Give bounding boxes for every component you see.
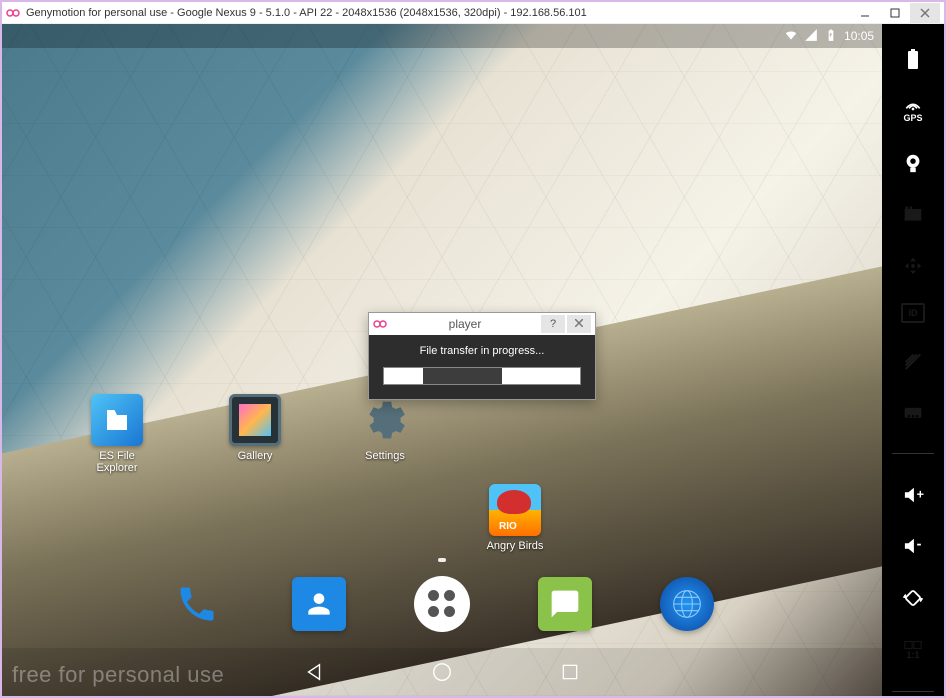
page-indicator bbox=[438, 558, 446, 562]
maximize-button[interactable] bbox=[880, 3, 910, 23]
dock-browser[interactable] bbox=[660, 577, 714, 631]
panel-separator bbox=[892, 691, 934, 692]
app-label: Angry Birds bbox=[476, 540, 554, 552]
dock-contacts[interactable] bbox=[292, 577, 346, 631]
app-label: Settings bbox=[346, 450, 424, 462]
volume-down-button[interactable]: - bbox=[898, 532, 928, 562]
app-label: ES File Explorer bbox=[78, 450, 156, 474]
app-gallery[interactable]: Gallery bbox=[216, 394, 294, 462]
watermark-text: free for personal use bbox=[12, 662, 224, 688]
app-settings[interactable]: Settings bbox=[346, 394, 424, 462]
main-window: Genymotion for personal use - Google Nex… bbox=[0, 0, 946, 698]
nav-home-button[interactable] bbox=[428, 658, 456, 686]
network-widget-button[interactable] bbox=[898, 345, 928, 375]
dock-phone[interactable] bbox=[170, 577, 224, 631]
identifier-widget-button[interactable]: ID bbox=[901, 303, 925, 323]
id-label: ID bbox=[909, 308, 918, 318]
dock-messages[interactable] bbox=[538, 577, 592, 631]
clock-text: 10:05 bbox=[844, 29, 874, 43]
dock bbox=[2, 564, 882, 644]
battery-icon bbox=[824, 28, 838, 45]
window-title: Genymotion for personal use - Google Nex… bbox=[26, 7, 850, 19]
dialog-help-button[interactable]: ? bbox=[541, 315, 565, 333]
close-button[interactable] bbox=[910, 3, 940, 23]
capture-widget-button[interactable] bbox=[898, 199, 928, 229]
remote-widget-button[interactable] bbox=[898, 251, 928, 281]
pixel-perfect-button[interactable]: 1:1 bbox=[898, 635, 928, 665]
signal-icon bbox=[804, 28, 818, 45]
camera-widget-button[interactable] bbox=[898, 148, 928, 178]
panel-separator bbox=[892, 453, 934, 454]
svg-text:+: + bbox=[917, 487, 924, 501]
genymotion-sidebar: GPS ID + - bbox=[882, 24, 944, 696]
nav-recent-button[interactable] bbox=[556, 658, 584, 686]
app-angry-birds[interactable]: RIO Angry Birds bbox=[476, 484, 554, 552]
minimize-button[interactable] bbox=[850, 3, 880, 23]
android-statusbar[interactable]: 10:05 bbox=[2, 24, 882, 48]
transfer-dialog: player ? File transfer in progress... bbox=[368, 312, 596, 400]
svg-text:-: - bbox=[917, 537, 922, 553]
progress-bar bbox=[383, 367, 581, 385]
app-es-file-explorer[interactable]: ES File Explorer bbox=[78, 394, 156, 474]
wifi-icon bbox=[784, 28, 798, 45]
rotate-button[interactable] bbox=[898, 583, 928, 613]
battery-widget-button[interactable] bbox=[898, 44, 928, 74]
apps-drawer-button[interactable] bbox=[414, 576, 470, 632]
dialog-close-button[interactable] bbox=[567, 315, 591, 333]
nav-back-button[interactable] bbox=[300, 658, 328, 686]
gps-widget-button[interactable]: GPS bbox=[898, 96, 928, 126]
dialog-logo-icon bbox=[373, 317, 387, 331]
volume-up-button[interactable]: + bbox=[898, 480, 928, 510]
phone-widget-button[interactable] bbox=[898, 397, 928, 427]
gps-label: GPS bbox=[904, 113, 923, 123]
titlebar: Genymotion for personal use - Google Nex… bbox=[2, 2, 944, 24]
app-logo-icon bbox=[6, 6, 20, 20]
dialog-message: File transfer in progress... bbox=[383, 345, 581, 357]
app-label: Gallery bbox=[216, 450, 294, 462]
device-screen: 10:05 ES File Explorer Gallery Settings bbox=[2, 24, 882, 696]
dialog-title: player bbox=[391, 317, 539, 331]
ratio-label: 1:1 bbox=[907, 650, 920, 660]
